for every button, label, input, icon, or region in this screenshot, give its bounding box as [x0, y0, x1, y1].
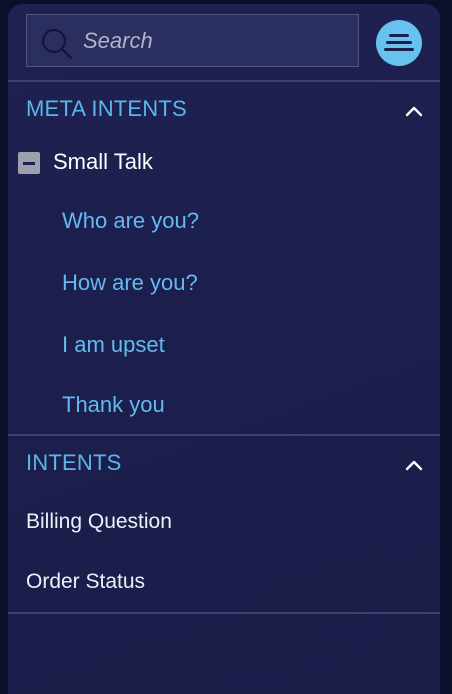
divider — [8, 80, 440, 82]
menu-icon-bar — [384, 48, 414, 51]
list-item[interactable]: How are you? — [62, 270, 198, 296]
list-item[interactable]: Who are you? — [62, 208, 199, 234]
list-item[interactable]: Billing Question — [26, 510, 172, 534]
menu-icon-bar — [386, 41, 412, 44]
collapse-icon[interactable] — [18, 152, 40, 174]
intents-header[interactable]: INTENTS — [8, 438, 440, 492]
intents-panel: META INTENTS Small Talk Who are you? How… — [8, 4, 440, 694]
section-title: META INTENTS — [26, 96, 187, 121]
divider — [8, 434, 440, 436]
group-small-talk[interactable]: Small Talk — [8, 146, 440, 186]
meta-intents-header[interactable]: META INTENTS — [8, 84, 440, 138]
divider — [8, 612, 440, 614]
list-item[interactable]: Thank you — [62, 392, 165, 418]
menu-icon — [389, 34, 409, 37]
search-icon — [41, 28, 73, 59]
menu-button[interactable] — [376, 20, 422, 66]
search-input[interactable] — [83, 23, 348, 59]
search-row — [8, 4, 440, 80]
search-box[interactable] — [26, 14, 359, 67]
chevron-up-icon[interactable] — [404, 104, 424, 118]
list-item[interactable]: I am upset — [62, 332, 165, 358]
list-item[interactable]: Order Status — [26, 570, 145, 594]
group-label: Small Talk — [53, 149, 153, 174]
chevron-up-icon[interactable] — [404, 458, 424, 472]
section-title: INTENTS — [26, 450, 122, 475]
